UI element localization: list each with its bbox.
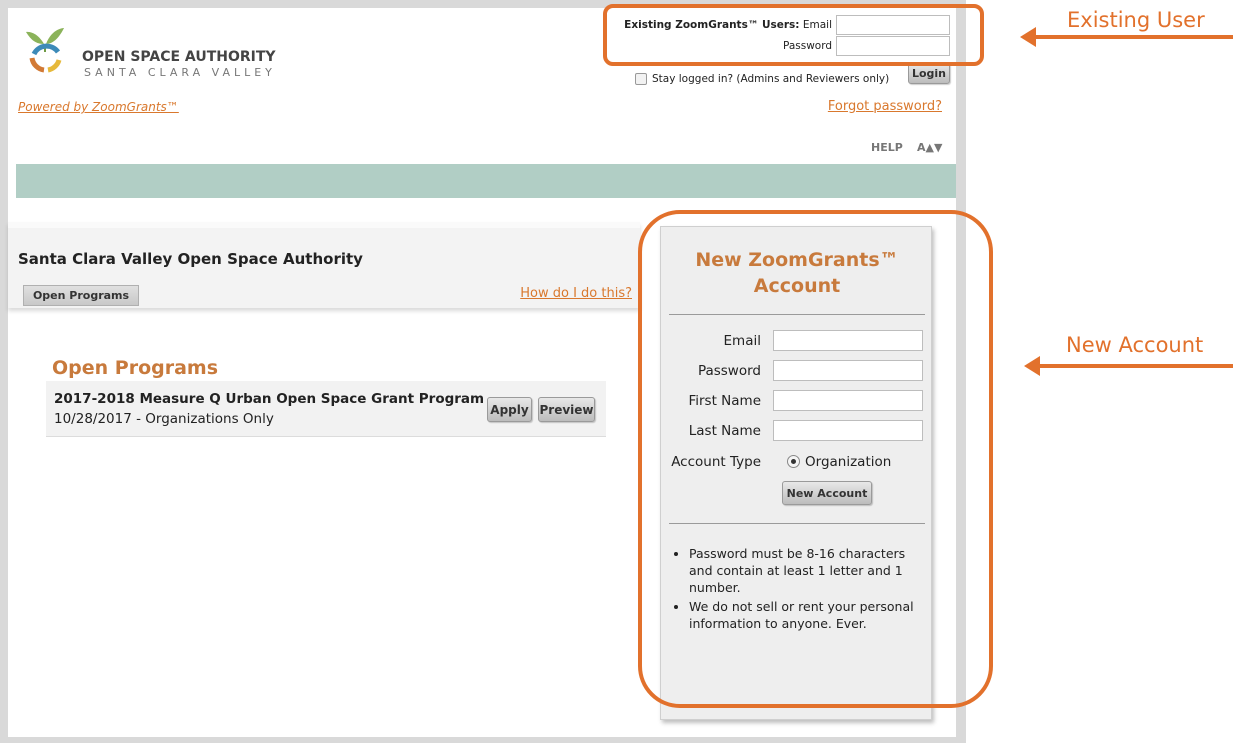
logo-name: OPEN SPACE AUTHORITY	[82, 49, 276, 65]
help-link[interactable]: HELP	[871, 141, 903, 154]
logo-subname: SANTA CLARA VALLEY	[84, 66, 276, 79]
org-title: Santa Clara Valley Open Space Authority	[18, 250, 363, 268]
nav-bar	[16, 164, 956, 198]
existing-user-highlight	[603, 4, 984, 66]
arrow-left-icon	[1020, 27, 1036, 47]
leaf-logo-icon	[26, 28, 64, 73]
program-row: 2017-2018 Measure Q Urban Open Space Gra…	[46, 381, 606, 437]
arrow-left-icon	[1024, 356, 1040, 376]
preview-button[interactable]: Preview	[538, 397, 595, 422]
arrow-shaft	[1038, 364, 1233, 368]
tab-open-programs[interactable]: Open Programs	[23, 285, 139, 306]
org-panel: Santa Clara Valley Open Space Authority …	[8, 222, 640, 308]
stay-logged-in-label: Stay logged in? (Admins and Reviewers on…	[652, 73, 890, 85]
new-account-highlight	[638, 210, 993, 708]
org-logo: OPEN SPACE AUTHORITY SANTA CLARA VALLEY	[22, 24, 282, 84]
login-button[interactable]: Login	[908, 63, 950, 84]
stay-logged-in-checkbox[interactable]	[635, 73, 647, 85]
existing-user-annotation: Existing User	[1067, 8, 1205, 32]
new-account-annotation: New Account	[1066, 333, 1204, 357]
apply-button[interactable]: Apply	[487, 397, 532, 422]
font-size-toggle[interactable]: A▲▼	[917, 141, 942, 154]
program-name: 2017-2018 Measure Q Urban Open Space Gra…	[54, 391, 485, 407]
arrow-shaft	[1034, 35, 1233, 39]
powered-by-link[interactable]: Powered by ZoomGrants™	[18, 100, 179, 114]
forgot-password-link[interactable]: Forgot password?	[828, 99, 942, 114]
how-do-i-link[interactable]: How do I do this?	[520, 286, 632, 301]
programs-heading: Open Programs	[52, 357, 219, 379]
program-date: 10/28/2017 - Organizations Only	[54, 411, 274, 427]
